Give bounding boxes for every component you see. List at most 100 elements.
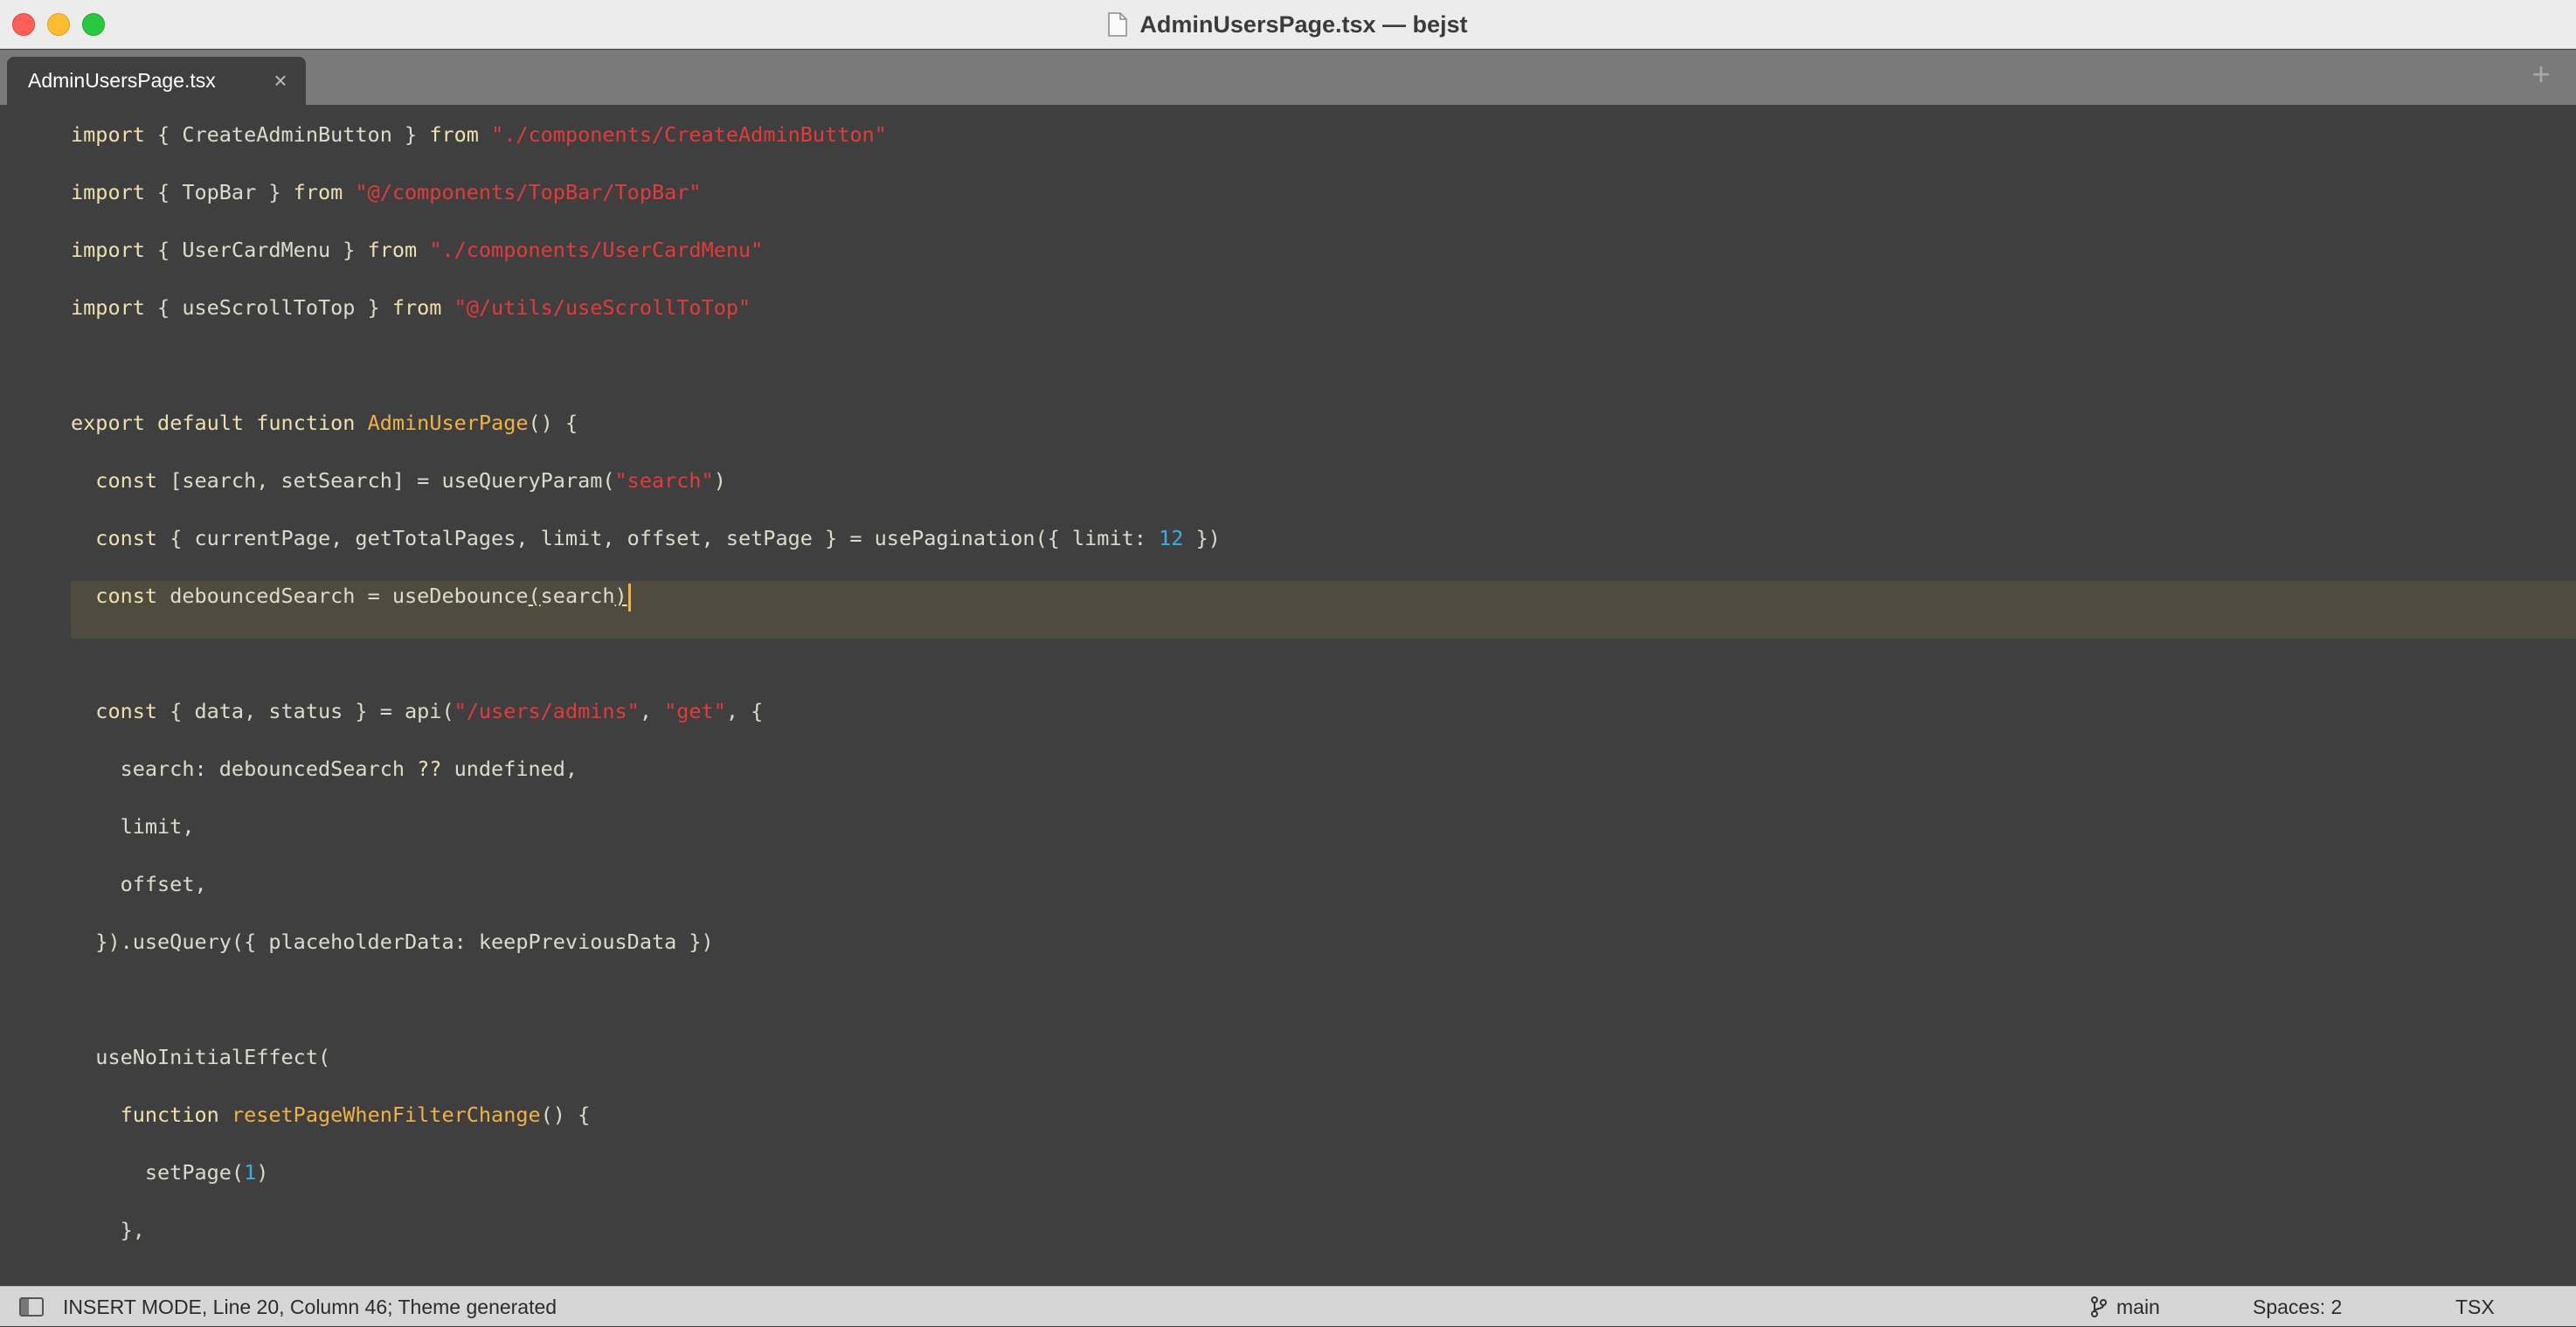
code-token: { data, status } = api( bbox=[157, 699, 454, 723]
code-token: from bbox=[293, 180, 343, 204]
code-token: from bbox=[391, 295, 442, 320]
code-token: ) bbox=[713, 468, 726, 493]
code-line[interactable]: const { data, status } = api("/users/adm… bbox=[71, 682, 763, 740]
title-bar: AdminUsersPage.tsx — bejst bbox=[0, 0, 2576, 49]
code-token: const bbox=[95, 699, 158, 723]
code-token: "./components/CreateAdminButton" bbox=[491, 122, 887, 147]
code-token: offset, bbox=[71, 872, 207, 896]
code-line[interactable]: }, bbox=[71, 1201, 145, 1259]
code-token: const bbox=[95, 468, 158, 493]
code-token: debouncedSearch = useDebounce bbox=[157, 584, 529, 608]
code-token: { CreateAdminButton } bbox=[144, 122, 430, 147]
window-title: AdminUsersPage.tsx — bejst bbox=[0, 0, 2576, 49]
code-token: function bbox=[256, 411, 356, 435]
code-token: import bbox=[71, 122, 145, 147]
code-line[interactable]: useNoInitialEffect( bbox=[71, 1028, 330, 1086]
tab-admin-users-page[interactable]: AdminUsersPage.tsx × bbox=[7, 57, 306, 105]
code-token: () { bbox=[540, 1102, 591, 1127]
code-line[interactable]: const debouncedSearch = useDebounce(sear… bbox=[71, 567, 631, 625]
code-token: ?? bbox=[417, 757, 442, 781]
indentation-setting[interactable]: Spaces: 2 bbox=[2253, 1287, 2342, 1327]
code-token: { currentPage, getTotalPages, limit, off… bbox=[157, 526, 1160, 550]
code-token: "search" bbox=[614, 468, 714, 493]
tab-bar: AdminUsersPage.tsx × + bbox=[0, 50, 2576, 105]
code-token: import bbox=[71, 180, 145, 204]
code-line[interactable]: export default function AdminUserPage() … bbox=[71, 394, 578, 452]
code-token: { useScrollToTop } bbox=[144, 295, 392, 320]
code-line[interactable]: offset, bbox=[71, 855, 207, 913]
code-token: AdminUserPage bbox=[367, 411, 529, 435]
code-line[interactable]: limit, bbox=[71, 798, 195, 855]
status-bar: INSERT MODE, Line 20, Column 46; Theme g… bbox=[0, 1286, 2576, 1326]
tab-close-icon[interactable]: × bbox=[269, 69, 292, 92]
code-token: const bbox=[95, 526, 158, 550]
code-token: resetPageWhenFilterChange bbox=[231, 1102, 541, 1127]
syntax-selector[interactable]: TSX bbox=[2455, 1287, 2495, 1327]
code-line[interactable]: search: debouncedSearch ?? undefined, bbox=[71, 740, 578, 798]
code-token: { TopBar } bbox=[144, 180, 294, 204]
code-line[interactable]: function resetPageWhenFilterChange() { bbox=[71, 1086, 591, 1144]
code-line[interactable]: setPage(1) bbox=[71, 1144, 269, 1201]
code-token: export bbox=[71, 411, 145, 435]
code-token: }).useQuery({ placeholderData: keepPrevi… bbox=[71, 930, 714, 954]
git-branch-name: main bbox=[2116, 1295, 2160, 1318]
code-token: from bbox=[429, 122, 479, 147]
code-token: }) bbox=[1183, 526, 1221, 550]
code-token: [search, setSearch] = useQueryParam( bbox=[157, 468, 615, 493]
code-token: ( bbox=[528, 584, 541, 608]
code-token: , { bbox=[725, 699, 764, 723]
code-token: import bbox=[71, 238, 145, 262]
code-line[interactable]: import { CreateAdminButton } from "./com… bbox=[71, 106, 887, 163]
code-line[interactable]: const [search, setSearch] = useQueryPara… bbox=[71, 452, 726, 509]
git-branch-icon bbox=[2091, 1296, 2107, 1317]
code-token: () { bbox=[528, 411, 578, 435]
code-token: "@/components/TopBar/TopBar" bbox=[355, 180, 702, 204]
code-token: ) bbox=[256, 1160, 269, 1185]
code-token: "@/utils/useScrollToTop" bbox=[454, 295, 751, 320]
code-token: default bbox=[157, 411, 245, 435]
sidebar-toggle-icon[interactable] bbox=[19, 1297, 44, 1317]
code-token: 1 bbox=[244, 1160, 257, 1185]
tab-label: AdminUsersPage.tsx bbox=[28, 69, 216, 92]
code-token: , bbox=[639, 699, 665, 723]
code-token: setPage( bbox=[71, 1160, 245, 1185]
code-line[interactable]: const { currentPage, getTotalPages, limi… bbox=[71, 509, 1221, 567]
code-token: from bbox=[367, 238, 418, 262]
code-token: useNoInitialEffect( bbox=[71, 1045, 331, 1069]
window-title-text: AdminUsersPage.tsx — bejst bbox=[1139, 10, 1468, 38]
code-line[interactable]: import { UserCardMenu } from "./componen… bbox=[71, 221, 763, 279]
code-token: "./components/UserCardMenu" bbox=[429, 238, 764, 262]
code-line[interactable]: import { useScrollToTop } from "@/utils/… bbox=[71, 279, 751, 336]
code-token: 12 bbox=[1159, 526, 1184, 550]
code-token: import bbox=[71, 295, 145, 320]
document-icon bbox=[1108, 12, 1128, 37]
new-tab-icon[interactable]: + bbox=[2527, 59, 2555, 90]
code-editor[interactable]: import { CreateAdminButton } from "./com… bbox=[0, 105, 2576, 1286]
code-token: }, bbox=[71, 1218, 145, 1242]
code-token: limit, bbox=[71, 814, 195, 839]
code-token: const bbox=[95, 584, 158, 608]
code-token: search: debouncedSearch bbox=[71, 757, 418, 781]
status-message: INSERT MODE, Line 20, Column 46; Theme g… bbox=[63, 1296, 557, 1318]
text-cursor bbox=[627, 583, 631, 612]
code-token: "/users/admins" bbox=[454, 699, 640, 723]
code-token: search bbox=[540, 584, 615, 608]
code-line[interactable]: import { TopBar } from "@/components/Top… bbox=[71, 163, 702, 221]
code-token: "get" bbox=[664, 699, 726, 723]
code-token: undefined, bbox=[441, 757, 578, 781]
code-token: { UserCardMenu } bbox=[144, 238, 368, 262]
code-line[interactable]: }).useQuery({ placeholderData: keepPrevi… bbox=[71, 913, 714, 971]
code-token: ) bbox=[614, 584, 627, 608]
git-branch-indicator[interactable]: main bbox=[2090, 1287, 2160, 1327]
